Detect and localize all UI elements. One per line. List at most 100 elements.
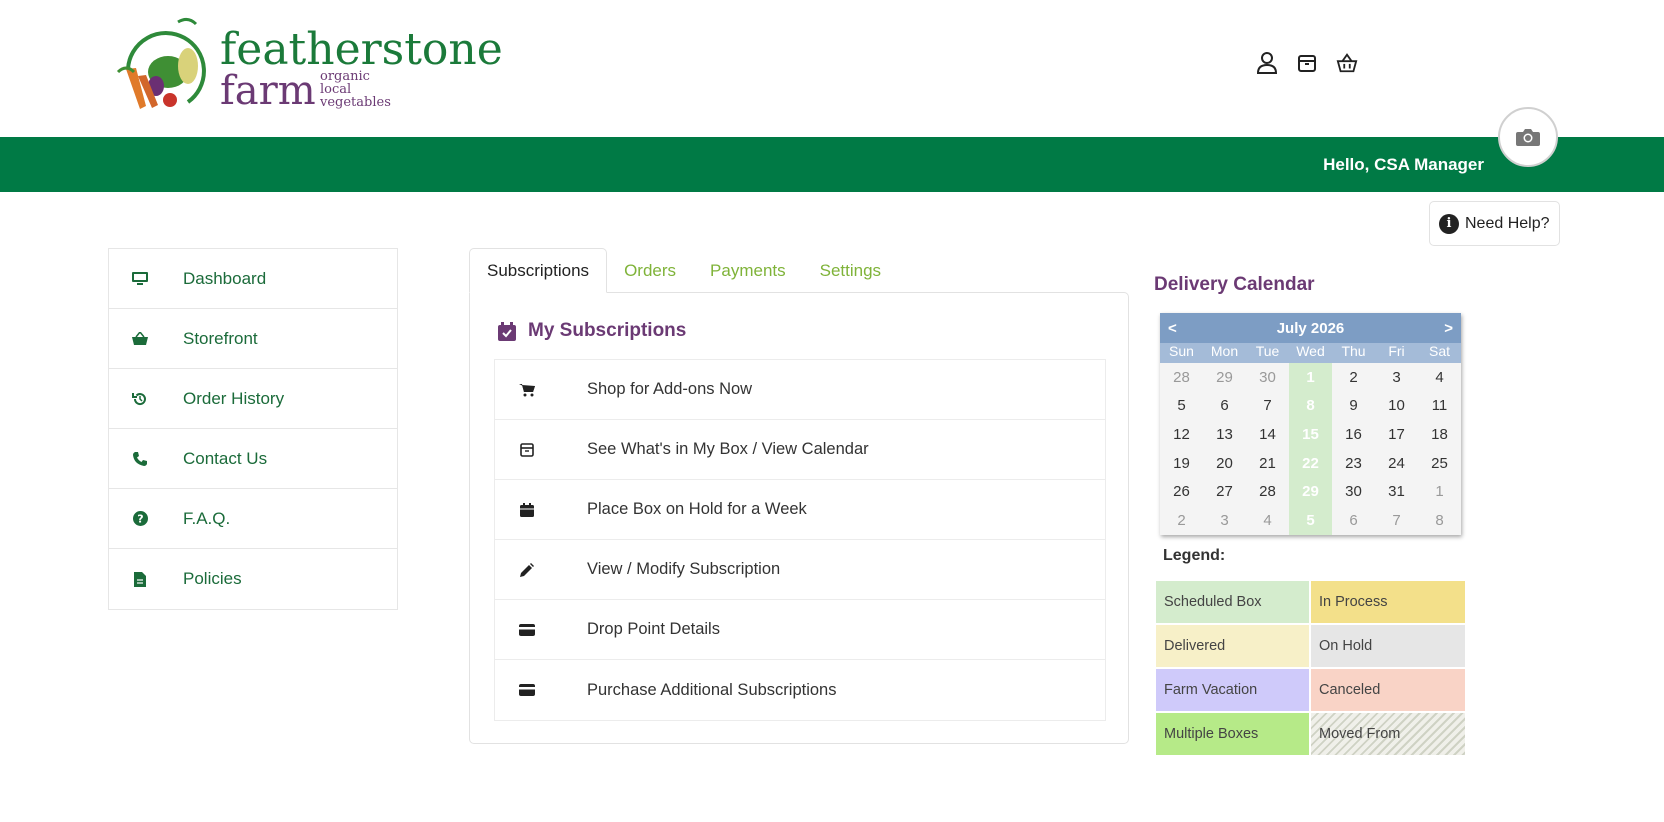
- calendar-day[interactable]: 25: [1418, 449, 1461, 478]
- calendar-day[interactable]: 10: [1375, 392, 1418, 421]
- purchase-subscriptions-link[interactable]: Purchase Additional Subscriptions: [495, 660, 1105, 720]
- calendar-day[interactable]: 7: [1246, 392, 1289, 421]
- tagline-line: vegetables: [320, 95, 391, 110]
- box-icon[interactable]: [1296, 51, 1318, 75]
- sidebar-item-order-history[interactable]: Order History: [109, 369, 397, 429]
- calendar-day-scheduled[interactable]: 15: [1289, 420, 1332, 449]
- legend-item: Farm Vacation: [1156, 669, 1309, 711]
- sidebar-item-label: Order History: [183, 388, 285, 408]
- subscriptions-panel: My Subscriptions Shop for Add-ons Now Se…: [469, 292, 1129, 744]
- calendar-day[interactable]: 1: [1418, 477, 1461, 506]
- calendar-day[interactable]: 9: [1332, 392, 1375, 421]
- legend-title: Legend:: [1163, 547, 1226, 564]
- calendar-day[interactable]: 30: [1332, 477, 1375, 506]
- calendar-day[interactable]: 16: [1332, 420, 1375, 449]
- my-subscriptions-title: My Subscriptions: [528, 320, 687, 341]
- drop-point-details-link[interactable]: Drop Point Details: [495, 600, 1105, 660]
- calendar-day[interactable]: 3: [1203, 506, 1246, 535]
- panel-title: My Subscriptions: [498, 320, 686, 342]
- prev-month-button[interactable]: <: [1168, 320, 1177, 337]
- tab-orders[interactable]: Orders: [607, 248, 693, 293]
- view-box-calendar-link[interactable]: See What's in My Box / View Calendar: [495, 420, 1105, 480]
- calendar-day[interactable]: 12: [1160, 420, 1203, 449]
- logo-wordmark-farm: farm: [220, 68, 316, 114]
- sidebar-item-label: Storefront: [183, 328, 258, 348]
- calendar-day[interactable]: 19: [1160, 449, 1203, 478]
- question-icon: ?: [131, 511, 149, 526]
- calendar-day[interactable]: 2: [1332, 363, 1375, 392]
- calendar-day[interactable]: 14: [1246, 420, 1289, 449]
- calendar-day[interactable]: 26: [1160, 477, 1203, 506]
- calendar-day[interactable]: 4: [1418, 363, 1461, 392]
- avatar[interactable]: [1498, 107, 1558, 167]
- weekday-label: Wed: [1296, 343, 1325, 359]
- user-greeting: Hello, CSA Manager: [1323, 155, 1484, 174]
- calendar-day[interactable]: 23: [1332, 449, 1375, 478]
- legend-item: In Process: [1311, 581, 1465, 623]
- next-month-button[interactable]: >: [1444, 320, 1453, 337]
- calendar-day-scheduled[interactable]: 29: [1289, 477, 1332, 506]
- basket-icon: [131, 331, 149, 346]
- tab-settings[interactable]: Settings: [803, 248, 898, 293]
- calendar-day-scheduled[interactable]: 5: [1289, 505, 1332, 535]
- calendar-day[interactable]: 11: [1418, 392, 1461, 421]
- calendar-day[interactable]: 5: [1160, 392, 1203, 421]
- calendar-day[interactable]: 30: [1246, 363, 1289, 392]
- calendar-day[interactable]: 28: [1246, 477, 1289, 506]
- calendar-month-label: July 2026: [1276, 319, 1345, 337]
- calendar-days-grid: 28 29 30 1 2 3 4 5 6 7 8 9 10 11 12 13 14 15 16 17 18 19 20 21 2…: [1160, 363, 1461, 535]
- list-item-label: Place Box on Hold for a Week: [587, 500, 807, 518]
- calendar-day[interactable]: 28: [1160, 363, 1203, 392]
- calendar-header: < July 2026 >: [1160, 313, 1461, 343]
- basket-icon[interactable]: [1336, 51, 1358, 75]
- tab-subscriptions[interactable]: Subscriptions: [469, 248, 608, 293]
- sidebar-item-storefront[interactable]: Storefront: [109, 309, 397, 369]
- calendar-day[interactable]: 3: [1375, 363, 1418, 392]
- list-item-label: Purchase Additional Subscriptions: [587, 680, 837, 699]
- weekday-label: Mon: [1210, 343, 1239, 359]
- subscription-actions-list: Shop for Add-ons Now See What's in My Bo…: [494, 359, 1106, 721]
- calendar-day[interactable]: 27: [1203, 477, 1246, 506]
- calendar-day[interactable]: 18: [1418, 420, 1461, 449]
- sidebar-item-label: F.A.Q.: [183, 508, 231, 528]
- hold-box-link[interactable]: Place Box on Hold for a Week: [495, 480, 1105, 540]
- sidebar-item-dashboard[interactable]: Dashboard: [109, 249, 397, 309]
- calendar-day[interactable]: 6: [1332, 506, 1375, 535]
- shop-addons-link[interactable]: Shop for Add-ons Now: [495, 360, 1105, 420]
- svg-text:?: ?: [137, 513, 143, 526]
- tab-payments[interactable]: Payments: [693, 248, 803, 293]
- calendar-day[interactable]: 29: [1203, 363, 1246, 392]
- calendar-day[interactable]: 20: [1203, 449, 1246, 478]
- calendar-day[interactable]: 17: [1375, 420, 1418, 449]
- user-icon[interactable]: [1256, 51, 1278, 75]
- sidebar-item-faq[interactable]: ? F.A.Q.: [109, 489, 397, 549]
- legend-item: Canceled: [1311, 669, 1465, 711]
- phone-icon: [131, 451, 149, 466]
- calendar-day[interactable]: 24: [1375, 449, 1418, 478]
- calendar-day[interactable]: 2: [1160, 506, 1203, 535]
- calendar-day[interactable]: 13: [1203, 420, 1246, 449]
- document-icon: [131, 571, 149, 587]
- list-item-label: Drop Point Details: [587, 620, 720, 638]
- calendar-day[interactable]: 8: [1418, 506, 1461, 535]
- calendar-day-scheduled[interactable]: 22: [1289, 448, 1332, 478]
- logo[interactable]: featherstone farm organic local vegetabl…: [108, 14, 503, 114]
- calendar-day[interactable]: 6: [1203, 392, 1246, 421]
- legend-item: On Hold: [1311, 625, 1465, 667]
- calendar-day[interactable]: 7: [1375, 506, 1418, 535]
- modify-subscription-link[interactable]: View / Modify Subscription: [495, 540, 1105, 600]
- calendar-day[interactable]: 21: [1246, 449, 1289, 478]
- legend-item: Multiple Boxes: [1156, 713, 1309, 755]
- delivery-calendar-title: Delivery Calendar: [1154, 274, 1315, 295]
- need-help-button[interactable]: i Need Help?: [1429, 201, 1560, 246]
- sidebar-item-policies[interactable]: Policies: [109, 549, 397, 609]
- calendar-day[interactable]: 4: [1246, 506, 1289, 535]
- calendar-day[interactable]: 31: [1375, 477, 1418, 506]
- sidebar-item-contact-us[interactable]: Contact Us: [109, 429, 397, 489]
- monitor-icon: [131, 271, 149, 286]
- calendar-check-icon: [498, 321, 516, 341]
- sidebar-nav: Dashboard Storefront Order History Conta…: [108, 248, 398, 610]
- history-icon: [131, 391, 149, 407]
- calendar-day-scheduled[interactable]: 8: [1289, 391, 1332, 421]
- calendar-day-scheduled[interactable]: 1: [1289, 363, 1332, 392]
